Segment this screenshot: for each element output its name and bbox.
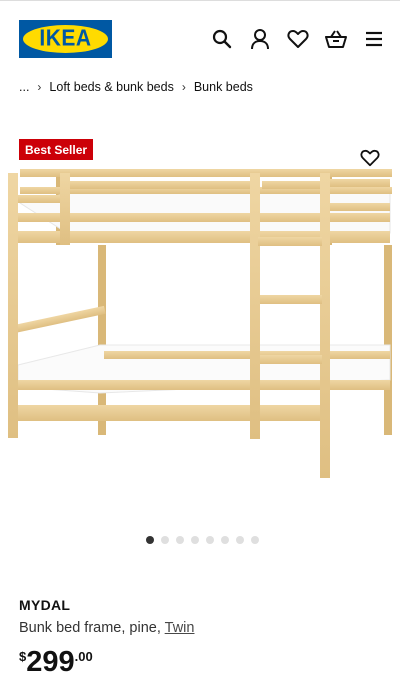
ikea-logo[interactable]: IKEA xyxy=(19,20,112,58)
breadcrumb-loft-bunk-beds[interactable]: Loft beds & bunk beds xyxy=(49,80,173,94)
size-link[interactable]: Twin xyxy=(165,620,195,636)
cart-icon[interactable] xyxy=(324,27,348,51)
carousel-dot[interactable] xyxy=(206,536,214,544)
carousel-dot[interactable] xyxy=(236,536,244,544)
product-image-bunk-bed[interactable] xyxy=(0,165,400,495)
logo-oval: IKEA xyxy=(23,25,108,53)
carousel-dot[interactable] xyxy=(251,536,259,544)
carousel-dot[interactable] xyxy=(221,536,229,544)
product-description-text: Bunk bed frame, pine, xyxy=(19,620,161,636)
product-price: $ 299 .00 xyxy=(19,644,93,680)
carousel-dot[interactable] xyxy=(161,536,169,544)
carousel-dot[interactable] xyxy=(191,536,199,544)
heart-icon[interactable] xyxy=(286,27,310,51)
menu-icon[interactable] xyxy=(362,27,386,51)
best-seller-badge: Best Seller xyxy=(19,139,94,160)
account-icon[interactable] xyxy=(248,27,272,51)
top-bar: IKEA xyxy=(0,0,400,74)
carousel-dot[interactable] xyxy=(146,536,154,544)
breadcrumb-ellipsis[interactable]: ... xyxy=(19,80,29,94)
breadcrumb-bunk-beds[interactable]: Bunk beds xyxy=(194,80,253,94)
price-currency: $ xyxy=(19,649,27,664)
carousel-dot[interactable] xyxy=(176,536,184,544)
price-integer: 299 xyxy=(26,646,75,678)
chevron-right-icon: › xyxy=(181,80,186,94)
search-icon[interactable] xyxy=(210,27,234,51)
product-description: Bunk bed frame, pine, Twin xyxy=(19,620,194,636)
price-decimal: .00 xyxy=(74,649,93,664)
header-actions xyxy=(210,27,386,51)
product-name: MYDAL xyxy=(19,597,71,613)
logo-text: IKEA xyxy=(39,25,92,52)
chevron-right-icon: › xyxy=(37,80,42,94)
image-carousel-dots xyxy=(146,536,259,544)
breadcrumb: ... › Loft beds & bunk beds › Bunk beds xyxy=(19,80,253,94)
